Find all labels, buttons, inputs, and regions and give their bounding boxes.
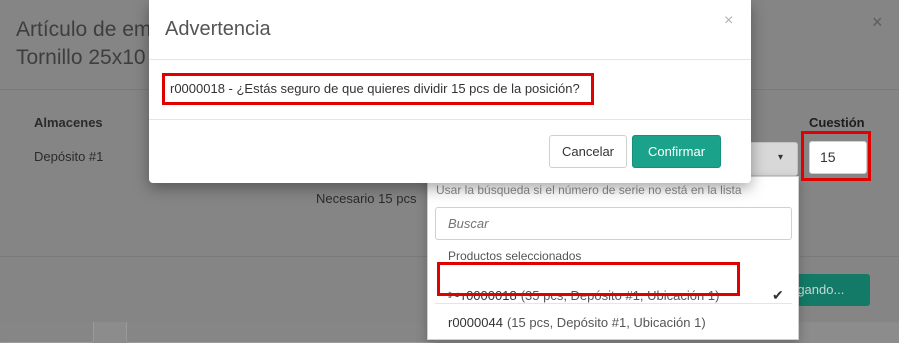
close-icon[interactable]: × <box>872 12 883 33</box>
search-input[interactable] <box>435 207 792 240</box>
issue-item-modal-title: Artículo de emi Tornillo 25x10 c <box>16 16 162 72</box>
divider <box>149 119 751 120</box>
option-detail: (15 pcs, Depósito #1, Ubicación 1) <box>506 315 706 330</box>
selected-products-group-label: Productos seleccionados <box>448 249 582 263</box>
confirm-button[interactable]: Confirmar <box>632 135 721 168</box>
quantity-highlight <box>801 131 871 181</box>
close-icon[interactable]: × <box>724 12 733 30</box>
divider <box>435 303 792 304</box>
warehouses-label: Almacenes <box>34 115 103 130</box>
divider <box>149 59 751 60</box>
dropdown-hint: Usar la búsqueda si el número de serie n… <box>436 183 742 197</box>
required-quantity-text: Necesario 15 pcs <box>316 191 417 206</box>
message-highlight <box>162 73 594 105</box>
dropdown-option[interactable]: r0000044 (15 pcs, Depósito #1, Ubicación … <box>428 305 798 341</box>
option-serial: r0000044 <box>448 315 503 330</box>
quantity-label: Cuestión <box>809 115 865 130</box>
modal-title-line: Artículo de emi <box>16 18 157 41</box>
dialog-title: Advertencia <box>165 18 271 40</box>
warehouse-value: Depósito #1 <box>34 149 104 164</box>
serial-dropdown: Usar la búsqueda si el número de serie n… <box>427 176 799 340</box>
option-highlight <box>437 262 740 296</box>
chevron-down-icon[interactable]: ▾ <box>778 152 783 163</box>
cancel-button[interactable]: Cancelar <box>549 135 627 168</box>
modal-subtitle-line: Tornillo 25x10 c <box>16 46 162 69</box>
